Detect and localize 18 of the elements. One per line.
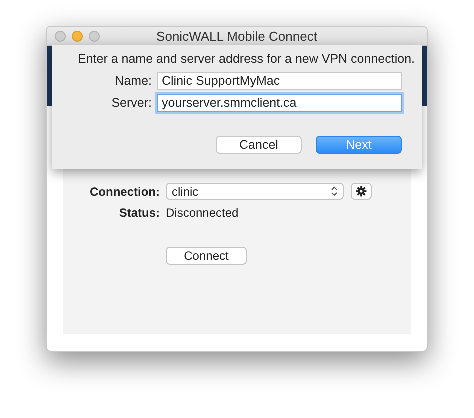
connect-button[interactable]: Connect xyxy=(166,247,247,265)
close-icon[interactable] xyxy=(55,31,66,42)
zoom-icon[interactable] xyxy=(89,31,100,42)
cancel-button[interactable]: Cancel xyxy=(216,136,302,154)
input-field[interactable]: Clinic SupportMyMac xyxy=(157,72,402,90)
minimize-icon[interactable] xyxy=(72,31,83,42)
field-label: Server: xyxy=(110,96,153,110)
gear-icon xyxy=(356,186,367,197)
settings-button[interactable] xyxy=(351,183,372,200)
status-value: Disconnected xyxy=(166,206,239,220)
window-title: SonicWALL Mobile Connect xyxy=(156,28,318,44)
status-label: Status: xyxy=(118,206,160,220)
connection-select[interactable]: clinic xyxy=(166,183,344,200)
chevron-icon xyxy=(331,186,338,197)
field-label: Name: xyxy=(114,74,153,88)
connection-label: Connection: xyxy=(89,184,160,198)
dialog-prompt: Enter a name and server address for a new VPN connection. xyxy=(78,52,416,66)
input-field[interactable]: yourserver.smmclient.ca xyxy=(157,94,402,112)
